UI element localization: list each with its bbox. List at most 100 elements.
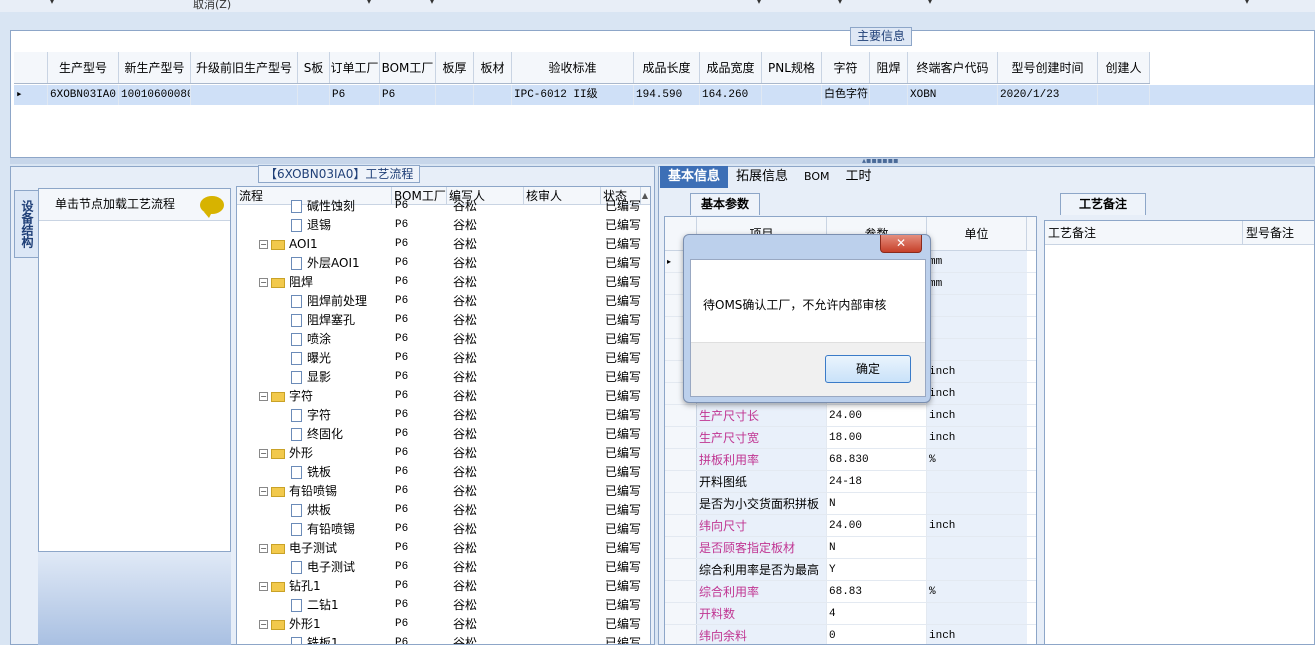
table-cell[interactable]: IPC-6012 II级 (512, 85, 634, 105)
param-value[interactable]: 68.830 (827, 449, 927, 470)
tree-node[interactable]: 铣板 (237, 463, 392, 482)
table-cell[interactable] (436, 85, 474, 105)
tree-node[interactable]: 阻焊塞孔 (237, 311, 392, 330)
table-cell[interactable]: 194.590 (634, 85, 700, 105)
horizontal-splitter[interactable] (10, 158, 1315, 164)
column-header[interactable]: 创建人 (1098, 52, 1150, 83)
column-header[interactable]: 字符 (822, 52, 870, 83)
param-row[interactable]: 开料数 4 (665, 603, 1036, 625)
tree-row[interactable]: 喷涂 P6 谷松 已编写 (237, 330, 650, 349)
column-process-remark[interactable]: 工艺备注 (1045, 221, 1243, 244)
table-cell[interactable] (762, 85, 822, 105)
tree-node[interactable]: 电子测试 (237, 558, 392, 577)
tree-node[interactable]: − 钻孔1 (237, 577, 392, 596)
param-row[interactable]: 拼板利用率 68.830% (665, 449, 1036, 471)
tree-row[interactable]: 碱性蚀刻 P6 谷松 已编写 (237, 197, 650, 216)
param-value[interactable]: N (827, 537, 927, 558)
dropdown-arrow-icon[interactable]: ▾ (1245, 0, 1249, 6)
tree-row[interactable]: 外层AOI1 P6 谷松 已编写 (237, 254, 650, 273)
table-cell[interactable] (474, 85, 512, 105)
splitter-grip[interactable]: ▴▪▪▪▪▪▪ (862, 156, 899, 165)
column-header[interactable]: 型号创建时间 (998, 52, 1098, 83)
tree-row[interactable]: − 钻孔1 P6 谷松 已编写 (237, 577, 650, 596)
param-row[interactable]: 生产尺寸宽 18.00 inch (665, 427, 1036, 449)
tree-node[interactable]: 二钻1 (237, 596, 392, 615)
tree-row[interactable]: − AOI1 P6 谷松 已编写 (237, 235, 650, 254)
tree-row[interactable]: 退锡 P6 谷松 已编写 (237, 216, 650, 235)
column-header[interactable]: 新生产型号 (119, 52, 191, 83)
tree-node[interactable]: 退锡 (237, 216, 392, 235)
table-cell[interactable]: 10010600080788 (119, 85, 191, 105)
tree-node[interactable]: − AOI1 (237, 235, 392, 254)
table-cell[interactable]: 2020/1/23 (998, 85, 1098, 105)
dropdown-arrow-icon[interactable]: ▾ (50, 0, 54, 6)
tab-process-remarks[interactable]: 工艺备注 (1060, 193, 1147, 215)
table-cell[interactable]: XOBN (908, 85, 998, 105)
scroll-up-icon[interactable]: ▲ (642, 191, 648, 200)
column-header[interactable]: 阻焊 (870, 52, 908, 83)
tab-basic-params[interactable]: 基本参数 (690, 193, 761, 215)
column-header[interactable]: 板材 (474, 52, 512, 83)
param-value[interactable]: 24.00 (827, 405, 927, 426)
column-header[interactable]: 成品宽度 (700, 52, 762, 83)
param-value[interactable]: 18.00 (827, 427, 927, 448)
param-value[interactable]: N (827, 493, 927, 514)
tree-row[interactable]: − 阻焊 P6 谷松 已编写 (237, 273, 650, 292)
column-header[interactable]: 升级前旧生产型号 (191, 52, 298, 83)
tree-row[interactable]: 烘板 P6 谷松 已编写 (237, 501, 650, 520)
column-header[interactable]: 终端客户代码 (908, 52, 998, 83)
tree-row[interactable]: 阻焊塞孔 P6 谷松 已编写 (237, 311, 650, 330)
column-header[interactable]: 成品长度 (634, 52, 700, 83)
tree-row[interactable]: 铣板 P6 谷松 已编写 (237, 463, 650, 482)
row-selector[interactable] (665, 537, 697, 558)
tree-node[interactable]: 外层AOI1 (237, 254, 392, 273)
tree-row[interactable]: − 字符 P6 谷松 已编写 (237, 387, 650, 406)
tree-row[interactable]: 二钻1 P6 谷松 已编写 (237, 596, 650, 615)
tree-row[interactable]: 曝光 P6 谷松 已编写 (237, 349, 650, 368)
row-selector[interactable] (665, 405, 697, 426)
tree-node[interactable]: − 有铅喷锡 (237, 482, 392, 501)
dropdown-arrow-icon[interactable]: ▾ (928, 0, 932, 6)
row-selector[interactable] (665, 581, 697, 602)
param-value[interactable]: 24.00 (827, 515, 927, 536)
tree-node[interactable]: 铣板1 (237, 634, 392, 644)
column-header[interactable]: PNL规格 (762, 52, 822, 83)
row-selector[interactable] (665, 449, 697, 470)
tree-node[interactable]: 烘板 (237, 501, 392, 520)
tree-node[interactable]: − 阻焊 (237, 273, 392, 292)
tab-bom[interactable]: BOM (796, 166, 838, 188)
tree-row[interactable]: − 有铅喷锡 P6 谷松 已编写 (237, 482, 650, 501)
table-cell[interactable]: P6 (380, 85, 436, 105)
tree-row[interactable]: 电子测试 P6 谷松 已编写 (237, 558, 650, 577)
tree-row[interactable]: − 外形 P6 谷松 已编写 (237, 444, 650, 463)
param-value[interactable]: Y (827, 559, 927, 580)
collapse-icon[interactable]: − (259, 278, 268, 287)
row-selector[interactable] (665, 625, 697, 644)
param-row[interactable]: 开料图纸 24-18 (665, 471, 1036, 493)
column-unit[interactable]: 单位 (927, 217, 1027, 250)
collapse-icon[interactable]: − (259, 240, 268, 249)
table-cell[interactable]: 164.260 (700, 85, 762, 105)
dropdown-arrow-icon[interactable]: ▾ (757, 0, 761, 6)
param-value[interactable]: 68.83 (827, 581, 927, 602)
param-row[interactable]: 综合利用率是否为最高 Y (665, 559, 1036, 581)
tree-row[interactable]: 有铅喷锡 P6 谷松 已编写 (237, 520, 650, 539)
column-header[interactable]: 订单工厂 (330, 52, 380, 83)
tree-row[interactable]: − 外形1 P6 谷松 已编写 (237, 615, 650, 634)
tree-node[interactable]: 阻焊前处理 (237, 292, 392, 311)
param-value[interactable]: 0 (827, 625, 927, 644)
table-cell[interactable] (1098, 85, 1150, 105)
param-row[interactable]: 综合利用率 68.83% (665, 581, 1036, 603)
param-value[interactable]: 24-18 (827, 471, 927, 492)
column-header[interactable]: 验收标准 (512, 52, 634, 83)
tree-node[interactable]: 有铅喷锡 (237, 520, 392, 539)
param-value[interactable]: 4 (827, 603, 927, 624)
tree-node[interactable]: 碱性蚀刻 (237, 197, 392, 216)
dropdown-arrow-icon[interactable]: ▾ (838, 0, 842, 6)
table-cell[interactable]: P6 (330, 85, 380, 105)
row-selector[interactable] (665, 603, 697, 624)
collapse-icon[interactable]: − (259, 487, 268, 496)
close-icon[interactable]: ✕ (880, 235, 922, 253)
tree-row[interactable]: − 电子测试 P6 谷松 已编写 (237, 539, 650, 558)
tab-work-hours[interactable]: 工时 (838, 166, 880, 188)
